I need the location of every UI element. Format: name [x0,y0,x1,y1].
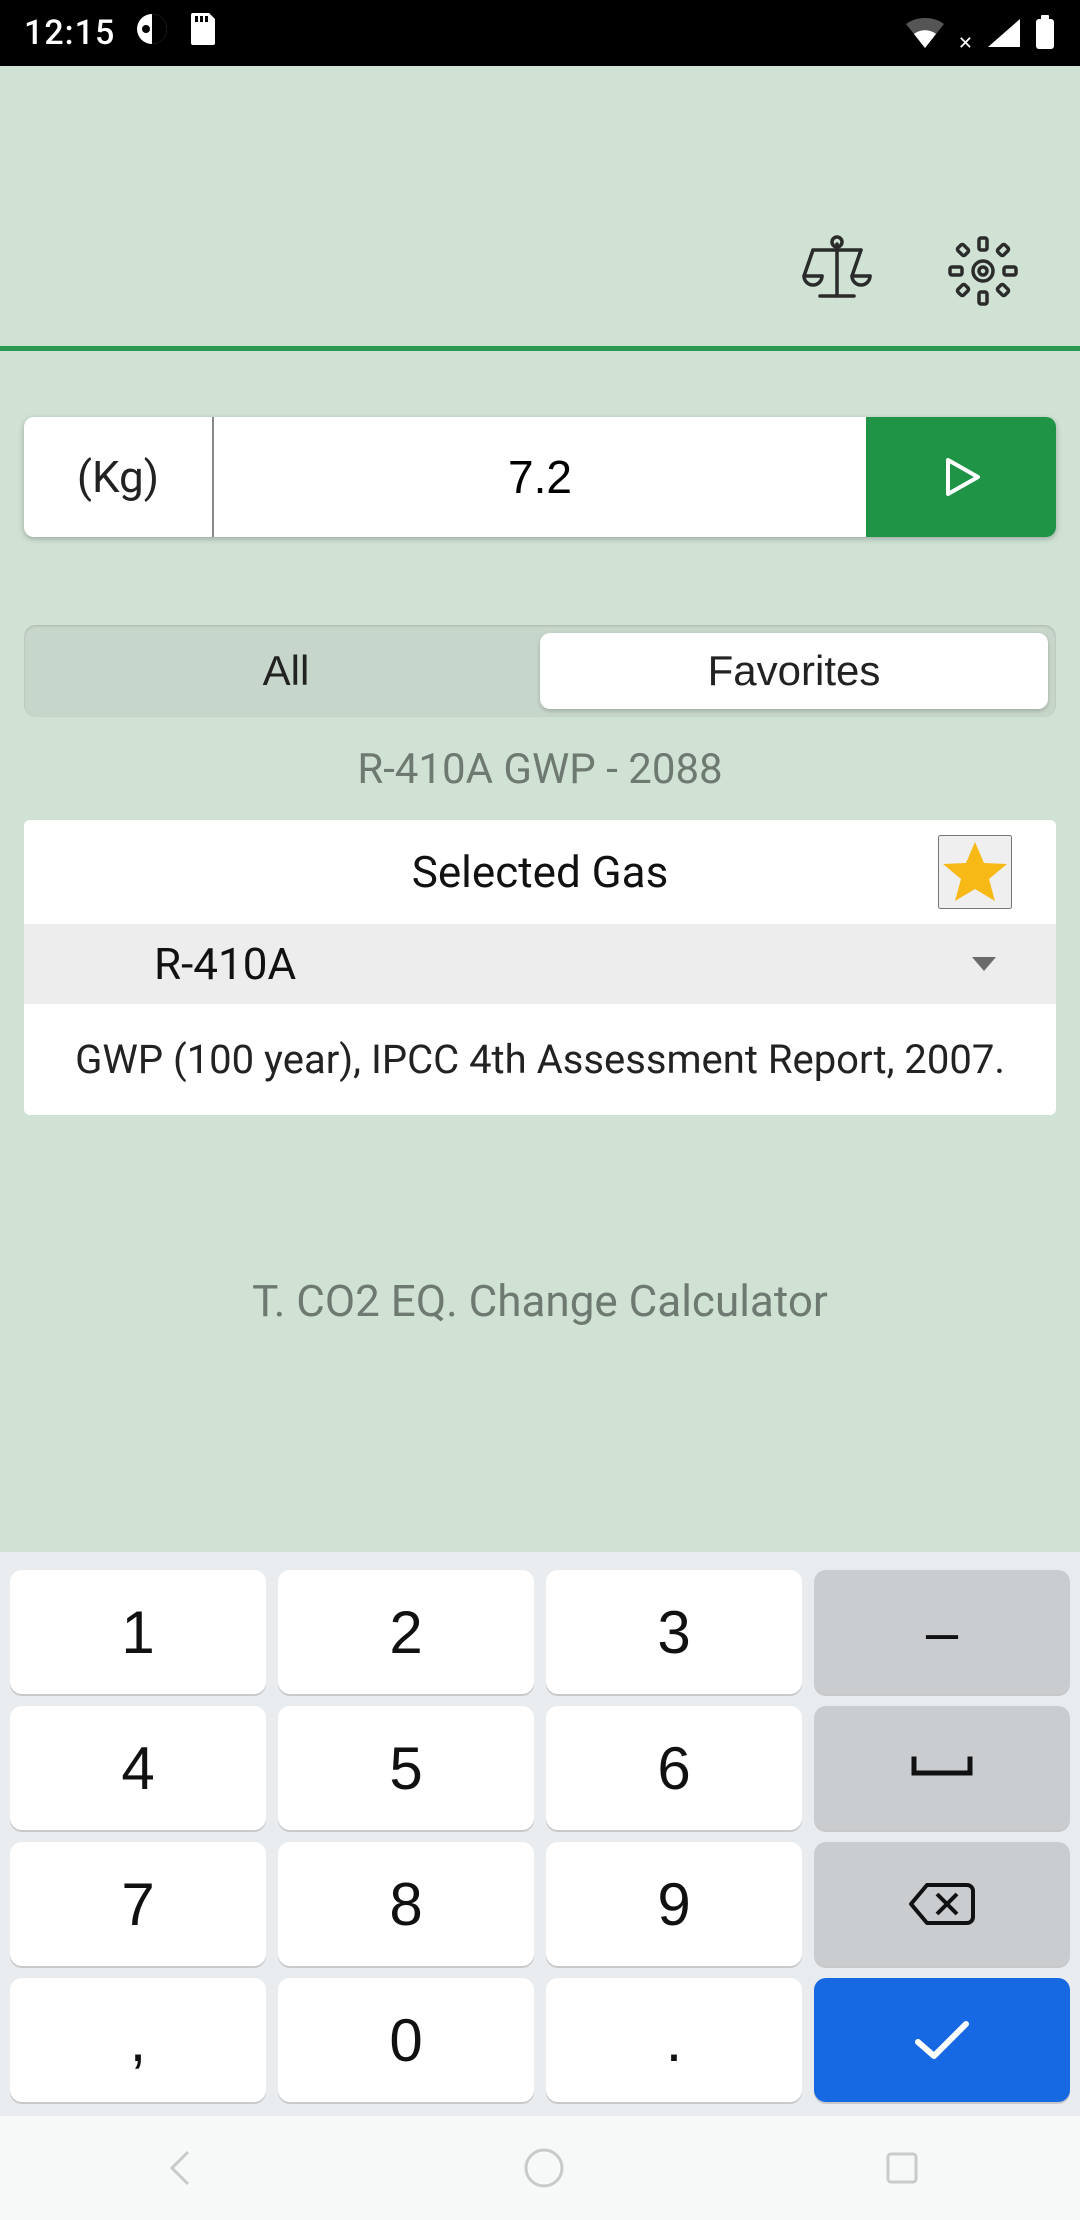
gas-dropdown-value: R-410A [154,938,296,990]
key-6[interactable]: 6 [546,1706,802,1830]
key-8[interactable]: 8 [278,1842,534,1966]
gwp-summary: R-410A GWP - 2088 [24,745,1056,794]
gas-card-title: Selected Gas [412,846,669,898]
settings-button[interactable] [946,234,1020,308]
calculator-title: T. CO2 EQ. Change Calculator [24,1275,1056,1327]
key-done[interactable] [814,1978,1070,2102]
check-icon [910,2016,974,2064]
favorite-toggle[interactable] [938,835,1012,909]
gas-card: Selected Gas R-410A GWP (100 year), IPCC… [24,820,1056,1115]
nav-home[interactable] [522,2146,566,2190]
gear-icon [946,234,1020,308]
space-icon [910,1753,974,1783]
mobile-x-icon: ✕ [958,33,974,54]
key-minus[interactable]: – [814,1570,1070,1694]
key-space[interactable] [814,1706,1070,1830]
tab-favorites[interactable]: Favorites [540,633,1048,709]
signal-icon [986,17,1022,49]
status-bar: 12:15 ✕ [0,0,1080,66]
key-3[interactable]: 3 [546,1570,802,1694]
key-7[interactable]: 7 [10,1842,266,1966]
key-backspace[interactable] [814,1842,1070,1966]
numeric-keyboard: 1 2 3 – 4 5 6 7 8 9 , 0 . [0,1552,1080,2116]
amount-input-row: (Kg) [24,417,1056,537]
key-1[interactable]: 1 [10,1570,266,1694]
calculate-button[interactable] [866,417,1056,537]
key-4[interactable]: 4 [10,1706,266,1830]
balance-scale-icon [798,232,876,310]
minus-icon: – [926,1599,958,1666]
amount-input[interactable] [214,417,866,537]
nav-recent[interactable] [882,2148,922,2188]
status-right: ✕ [904,15,1056,51]
app-header [0,66,1080,346]
sd-card-icon [189,11,219,56]
key-9[interactable]: 9 [546,1842,802,1966]
home-icon [522,2146,566,2190]
star-icon [940,837,1010,907]
key-2[interactable]: 2 [278,1570,534,1694]
play-icon [934,450,988,504]
key-0[interactable]: 0 [278,1978,534,2102]
battery-icon [1034,15,1056,51]
wifi-icon [904,16,946,50]
key-comma[interactable]: , [10,1978,266,2102]
system-nav-bar [0,2116,1080,2220]
key-dot[interactable]: . [546,1978,802,2102]
tab-all[interactable]: All [32,633,540,709]
status-left: 12:15 [24,11,219,56]
nav-back[interactable] [158,2144,206,2192]
gas-card-title-row: Selected Gas [24,820,1056,924]
back-icon [158,2144,206,2192]
gas-card-footer: GWP (100 year), IPCC 4th Assessment Repo… [24,1004,1056,1115]
status-app-icon [135,12,169,55]
balance-scale-button[interactable] [798,232,876,310]
unit-label[interactable]: (Kg) [24,417,214,537]
recent-icon [882,2148,922,2188]
key-5[interactable]: 5 [278,1706,534,1830]
filter-segmented: All Favorites [24,625,1056,717]
backspace-icon [907,1879,977,1929]
status-time: 12:15 [24,13,115,53]
gas-dropdown[interactable]: R-410A [24,924,1056,1004]
